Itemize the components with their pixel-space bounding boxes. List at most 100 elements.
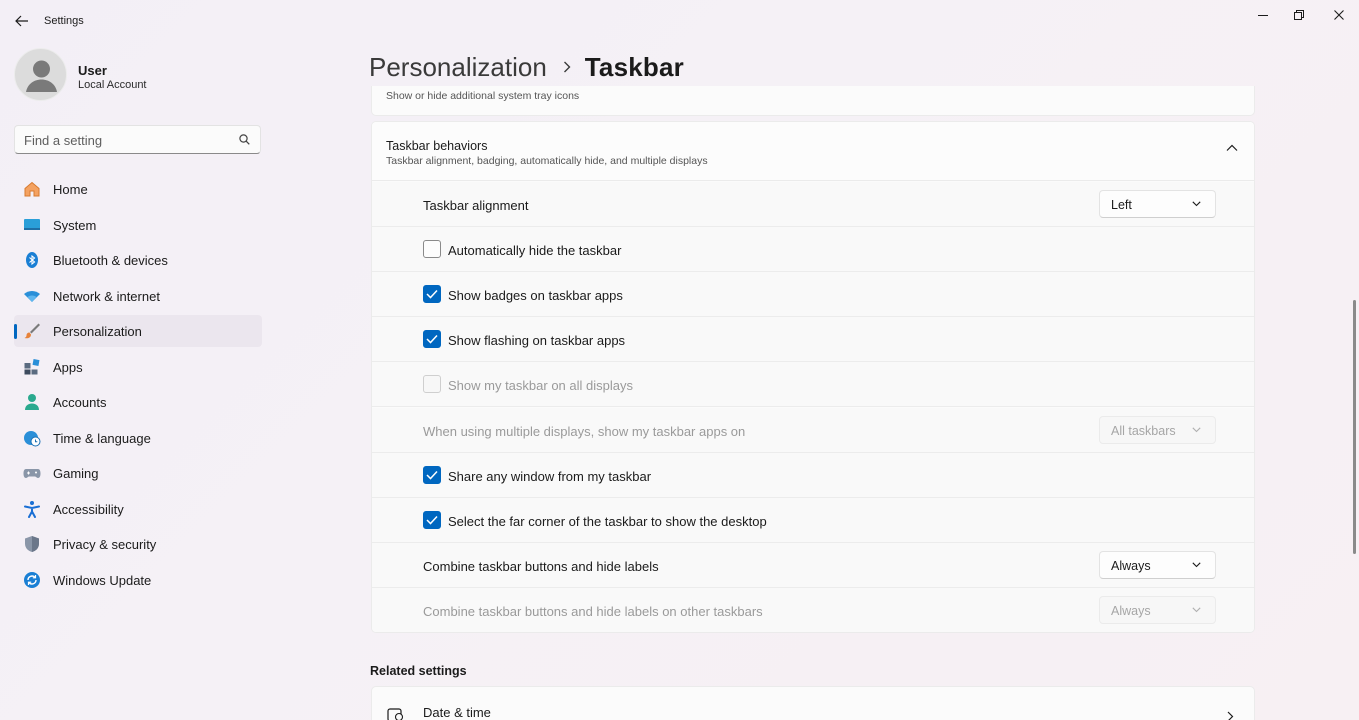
person-icon: [23, 393, 41, 411]
apps-icon: [23, 358, 41, 376]
brush-icon: [23, 322, 41, 340]
sidebar-item-label: Windows Update: [53, 572, 152, 588]
setting-label: Show flashing on taskbar apps: [448, 333, 626, 348]
related-settings-heading: Related settings: [370, 664, 467, 678]
all-displays-checkbox: [423, 375, 441, 393]
setting-row-multiple-displays: When using multiple displays, show my ta…: [372, 408, 1254, 453]
sidebar-item-home[interactable]: Home: [14, 173, 262, 205]
sidebar-item-network[interactable]: Network & internet: [14, 280, 262, 312]
setting-label: When using multiple displays, show my ta…: [423, 424, 746, 439]
setting-label: Taskbar alignment: [423, 198, 529, 213]
setting-label: Automatically hide the taskbar: [448, 243, 622, 258]
sidebar-item-label: Personalization: [53, 324, 142, 339]
close-button[interactable]: [1316, 2, 1359, 28]
checkmark-icon: [426, 289, 438, 299]
sidebar-item-accessibility[interactable]: Accessibility: [14, 493, 262, 525]
checkmark-icon: [426, 334, 438, 344]
calendar-clock-icon: [387, 708, 404, 720]
multiple-displays-dropdown: All taskbars: [1099, 416, 1216, 444]
chevron-right-icon: [1227, 711, 1234, 720]
sidebar-item-label: Apps: [53, 359, 83, 375]
sidebar-item-label: Privacy & security: [53, 537, 157, 552]
dropdown-value: Always: [1111, 559, 1151, 573]
sidebar-item-label: Bluetooth & devices: [53, 253, 168, 268]
breadcrumb-parent[interactable]: Personalization: [369, 52, 547, 83]
back-arrow-icon: [15, 15, 28, 27]
breadcrumb: Personalization Taskbar: [369, 50, 684, 84]
user-name: User: [78, 63, 107, 78]
sidebar-item-apps[interactable]: Apps: [14, 351, 262, 383]
search-box[interactable]: [14, 125, 261, 154]
far-corner-checkbox[interactable]: [423, 511, 441, 529]
avatar: [14, 48, 67, 101]
setting-row-combine-buttons: Combine taskbar buttons and hide labels …: [372, 543, 1254, 588]
taskbar-behaviors-header[interactable]: Taskbar behaviors Taskbar alignment, bad…: [372, 122, 1254, 181]
setting-row-show-badges: Show badges on taskbar apps: [372, 272, 1254, 317]
sidebar-item-system[interactable]: System: [14, 209, 262, 241]
sidebar-item-time-language[interactable]: Time & language: [14, 422, 262, 454]
combine-buttons-dropdown[interactable]: Always: [1099, 551, 1216, 579]
checkmark-icon: [426, 515, 438, 525]
sidebar-nav: Home System Bluetooth & devices Network …: [14, 173, 262, 599]
update-icon: [23, 571, 41, 589]
section-title: Taskbar behaviors: [386, 139, 488, 153]
search-input[interactable]: [24, 132, 234, 148]
combine-other-dropdown: Always: [1099, 596, 1216, 624]
sidebar-item-personalization[interactable]: Personalization: [14, 315, 262, 347]
search-icon: [239, 134, 250, 145]
user-profile[interactable]: User Local Account: [14, 48, 264, 106]
checkmark-icon: [426, 470, 438, 480]
shield-icon: [23, 535, 41, 553]
sidebar-item-label: Time & language: [53, 430, 151, 446]
card-description: Show or hide additional system tray icon…: [386, 90, 580, 102]
chevron-right-icon: [563, 61, 571, 73]
sidebar-item-bluetooth[interactable]: Bluetooth & devices: [14, 244, 262, 276]
section-subtitle: Taskbar alignment, badging, automaticall…: [386, 155, 708, 167]
chevron-down-icon: [1192, 562, 1201, 568]
chevron-down-icon: [1192, 201, 1201, 207]
setting-row-auto-hide: Automatically hide the taskbar: [372, 227, 1254, 272]
sidebar-item-label: Network & internet: [53, 288, 160, 304]
page-title: Taskbar: [584, 51, 684, 82]
home-icon: [23, 180, 41, 198]
taskbar-behaviors-section: Taskbar behaviors Taskbar alignment, bad…: [371, 121, 1255, 633]
system-icon: [23, 216, 41, 234]
bluetooth-icon: [23, 251, 41, 269]
person-silhouette-icon: [26, 60, 57, 92]
setting-label: Show badges on taskbar apps: [448, 288, 623, 303]
setting-label: Share any window from my taskbar: [448, 469, 652, 484]
accessibility-icon: [23, 500, 41, 518]
chevron-down-icon: [1192, 607, 1201, 613]
setting-row-combine-other: Combine taskbar buttons and hide labels …: [372, 588, 1254, 632]
chevron-down-icon: [1192, 427, 1201, 433]
chevron-up-icon[interactable]: [1226, 144, 1238, 152]
minimize-icon: [1258, 15, 1268, 16]
show-flashing-checkbox[interactable]: [423, 330, 441, 348]
taskbar-alignment-dropdown[interactable]: Left: [1099, 190, 1216, 218]
setting-row-all-displays: Show my taskbar on all displays: [372, 362, 1254, 407]
gamepad-icon: [23, 464, 41, 482]
share-window-checkbox[interactable]: [423, 466, 441, 484]
setting-row-show-flashing: Show flashing on taskbar apps: [372, 317, 1254, 362]
title-bar: Settings: [0, 0, 1359, 42]
sidebar-item-privacy[interactable]: Privacy & security: [14, 528, 262, 560]
account-type: Local Account: [78, 79, 147, 91]
show-badges-checkbox[interactable]: [423, 285, 441, 303]
sidebar-item-label: Accessibility: [53, 501, 124, 517]
restore-icon: [1294, 10, 1304, 20]
setting-row-far-corner: Select the far corner of the taskbar to …: [372, 498, 1254, 543]
related-item-date-time[interactable]: Date & time: [371, 686, 1255, 720]
setting-label: Combine taskbar buttons and hide labels …: [423, 604, 763, 619]
auto-hide-checkbox[interactable]: [423, 240, 441, 258]
setting-label: Select the far corner of the taskbar to …: [448, 514, 767, 529]
setting-label: Show my taskbar on all displays: [448, 378, 633, 393]
wifi-icon: [23, 287, 41, 305]
other-system-tray-icons-card[interactable]: Show or hide additional system tray icon…: [371, 86, 1255, 116]
setting-label: Combine taskbar buttons and hide labels: [423, 559, 659, 574]
scrollbar-thumb[interactable]: [1353, 300, 1356, 554]
sidebar-item-gaming[interactable]: Gaming: [14, 457, 262, 489]
back-button[interactable]: [8, 8, 36, 34]
dropdown-value: Always: [1111, 604, 1151, 618]
sidebar-item-windows-update[interactable]: Windows Update: [14, 564, 262, 596]
sidebar-item-accounts[interactable]: Accounts: [14, 386, 262, 418]
